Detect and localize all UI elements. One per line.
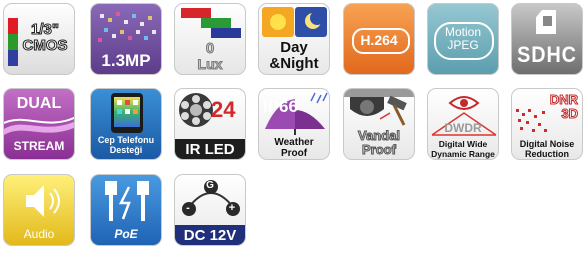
dnr-code: DNR 3D [549, 92, 578, 121]
speaker-icon [26, 185, 60, 217]
h264-label: H.264 [360, 32, 398, 48]
dnr-label: Digital Noise Reduction [519, 139, 575, 159]
dnr-feature-tile: DNR 3D Digital Noise Reduction [511, 88, 583, 160]
sd-card-icon [536, 10, 556, 34]
motion-jpeg-feature-tile: Motion JPEG [427, 3, 499, 75]
sdhc-feature-tile: SDHC [511, 3, 583, 75]
dwdr-label: Digital Wide Dynamic Range [431, 139, 495, 159]
vandal-proof-label: Vandal Proof [358, 128, 401, 157]
weather-proof-feature-tile: IP66 Weather Proof [258, 88, 330, 160]
ethernet-power-icon [105, 181, 149, 221]
low-lux-feature-tile: 0 Lux [174, 3, 246, 75]
positive-symbol: + [228, 202, 236, 214]
audio-feature-tile: Audio [3, 174, 75, 246]
dwdr-code: DWDR [444, 121, 482, 135]
dual-label: DUAL [16, 95, 62, 112]
cmos-feature-tile: 1/3" CMOS [3, 3, 75, 75]
audio-label: Audio [23, 227, 55, 241]
color-bars-icon [181, 8, 243, 38]
ip66-code: IP66 [263, 97, 298, 116]
negative-symbol: - [186, 202, 190, 214]
smartphone-icon [111, 93, 143, 133]
day-night-feature-tile: Day &Night [258, 3, 330, 75]
led-ring-icon [179, 93, 213, 127]
poe-label: PoE [114, 227, 138, 241]
lux-unit: Lux [197, 56, 223, 73]
moon-icon [295, 7, 327, 37]
mobile-support-feature-tile: Cep Telefonu Desteği [90, 88, 162, 160]
sun-icon [262, 7, 294, 37]
dwdr-feature-tile: DWDR Digital Wide Dynamic Range [427, 88, 499, 160]
ir-led-count: 24 [211, 97, 236, 122]
dc-12v-label: DC 12V [183, 227, 237, 244]
pixel-grid-icon [98, 12, 156, 42]
lux-value: 0 [205, 40, 215, 58]
day-night-label: Day &Night [269, 39, 319, 72]
dome-camera-hammer-icon [344, 89, 414, 126]
vandal-proof-feature-tile: Vandal Proof [343, 88, 415, 160]
mobile-support-label: Cep Telefonu Desteği [97, 135, 155, 155]
megapixel-feature-tile: 1.3MP [90, 3, 162, 75]
stream-wave-icon [4, 116, 74, 135]
dc-12v-feature-tile: G - + DC 12V [174, 174, 246, 246]
motion-jpeg-label: Motion JPEG [444, 25, 482, 52]
ir-led-label: IR LED [185, 141, 235, 158]
poe-feature-tile: PoE [90, 174, 162, 246]
weather-proof-label: Weather Proof [274, 137, 314, 159]
h264-feature-tile: H.264 [343, 3, 415, 75]
ground-symbol: G [206, 180, 214, 191]
cmos-label: 1/3" CMOS [22, 21, 68, 54]
sdhc-logo: SDHC [517, 42, 577, 67]
megapixel-label: 1.3MP [101, 51, 151, 70]
dual-stream-feature-tile: DUAL STREAM [3, 88, 75, 160]
ir-led-feature-tile: 24 IR LED [174, 88, 246, 160]
stream-label: STREAM [13, 139, 65, 153]
